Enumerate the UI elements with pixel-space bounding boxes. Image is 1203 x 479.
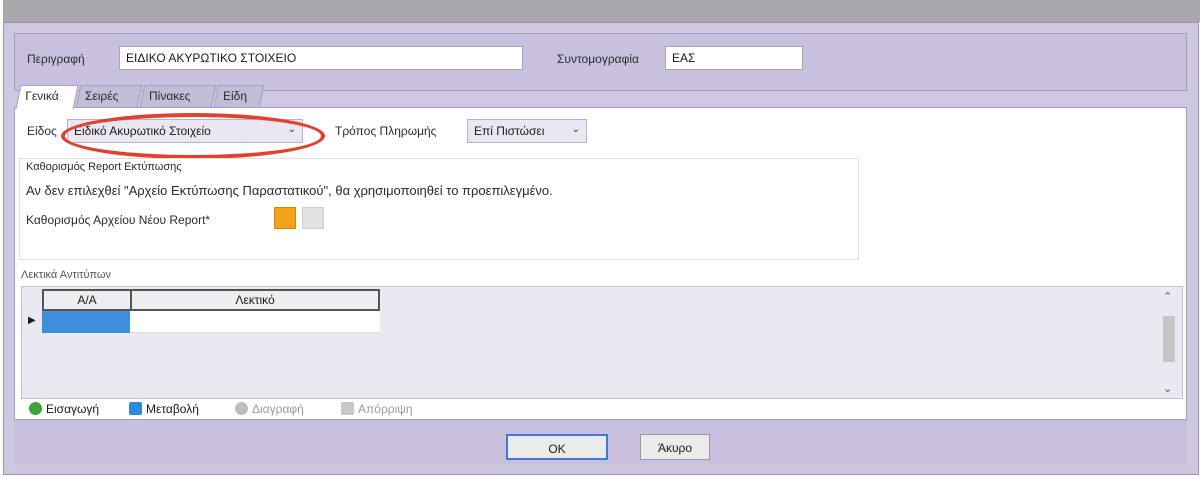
new-report-label: Καθορισμός Αρχείου Νέου Report*: [26, 213, 211, 227]
delete-button[interactable]: Διαγραφή: [235, 402, 304, 416]
add-icon: [29, 402, 42, 415]
reject-icon: [341, 402, 354, 415]
copies-group-label: Λεκτικά Αντιτύπων: [21, 269, 112, 281]
scroll-thumb[interactable]: [1163, 316, 1175, 362]
edit-icon: [129, 402, 142, 415]
ok-button[interactable]: OK: [506, 434, 608, 460]
row-indicator-icon: ▶: [28, 315, 36, 326]
dialog-body: Περιγραφή ΕΙΔΙΚΟ ΑΚΥΡΩΤΙΚΟ ΣΤΟΙΧΕΙΟ Συντ…: [3, 22, 1199, 475]
chevron-down-icon: ⌄: [571, 124, 580, 135]
dialog-footer: OK Άκυρο: [14, 419, 1187, 465]
payment-label: Τρόπος Πληρωμής: [335, 124, 437, 138]
abbreviation-field[interactable]: ΕΑΣ: [665, 46, 803, 70]
description-label: Περιγραφή: [27, 52, 85, 66]
type-label: Είδος: [27, 124, 57, 138]
insert-label: Εισαγωγή: [46, 402, 100, 416]
payment-select-value: Επί Πιστώσει: [474, 124, 545, 138]
dialog-window: Περιγραφή ΕΙΔΙΚΟ ΑΚΥΡΩΤΙΚΟ ΣΤΟΙΧΕΙΟ Συντ…: [0, 0, 1203, 479]
tab-general-label: Γενικά: [25, 89, 59, 103]
tab-items-label: Είδη: [223, 89, 248, 103]
delete-label: Διαγραφή: [252, 402, 304, 416]
table-cell-label[interactable]: [130, 311, 380, 333]
column-header-aa[interactable]: Α/Α: [42, 289, 132, 311]
reject-button[interactable]: Απόρριψη: [341, 402, 413, 416]
report-group-label: Καθορισμός Report Εκτύπωσης: [26, 161, 182, 173]
scroll-up-icon[interactable]: ⌃: [1163, 290, 1172, 303]
title-bar: [3, 0, 1200, 22]
description-field[interactable]: ΕΙΔΙΚΟ ΑΚΥΡΩΤΙΚΟ ΣΤΟΙΧΕΙΟ: [119, 46, 523, 70]
scroll-down-icon[interactable]: ⌄: [1163, 382, 1172, 395]
delete-icon: [235, 402, 248, 415]
abbreviation-label: Συντομογραφία: [557, 52, 639, 66]
report-info-text: Αν δεν επιλεχθεί "Αρχείο Εκτύπωσης Παρασ…: [26, 183, 553, 198]
copies-grid[interactable]: Α/Α Λεκτικό ▶ ⌃ ⌄: [21, 286, 1183, 399]
tab-tables[interactable]: Πίνακες: [139, 85, 217, 107]
edit-label: Μεταβολή: [146, 402, 199, 416]
insert-button[interactable]: Εισαγωγή: [29, 402, 99, 416]
tab-tables-label: Πίνακες: [149, 89, 191, 103]
tab-items[interactable]: Είδη: [213, 85, 265, 107]
tab-series-label: Σειρές: [85, 89, 119, 103]
edit-button[interactable]: Μεταβολή: [129, 402, 199, 416]
tab-general[interactable]: Γενικά: [15, 85, 79, 109]
folder-icon[interactable]: [274, 207, 296, 229]
tab-content-general: Είδος Ειδικό Ακυρωτικό Στοιχείο ⌄ Τρόπος…: [14, 107, 1187, 420]
column-header-label[interactable]: Λεκτικό: [130, 289, 380, 311]
payment-select[interactable]: Επί Πιστώσει ⌄: [467, 119, 587, 143]
reject-label: Απόρριψη: [358, 402, 413, 416]
clear-file-button[interactable]: [302, 207, 324, 229]
report-group: Καθορισμός Report Εκτύπωσης Αν δεν επιλε…: [19, 158, 859, 260]
cancel-button[interactable]: Άκυρο: [640, 434, 710, 460]
tab-series[interactable]: Σειρές: [75, 85, 143, 107]
highlight-oval: [61, 113, 325, 159]
table-cell-aa[interactable]: [42, 311, 130, 333]
grid-scrollbar[interactable]: ⌃ ⌄: [1160, 290, 1178, 398]
header-panel: Περιγραφή ΕΙΔΙΚΟ ΑΚΥΡΩΤΙΚΟ ΣΤΟΙΧΕΙΟ Συντ…: [14, 33, 1187, 91]
